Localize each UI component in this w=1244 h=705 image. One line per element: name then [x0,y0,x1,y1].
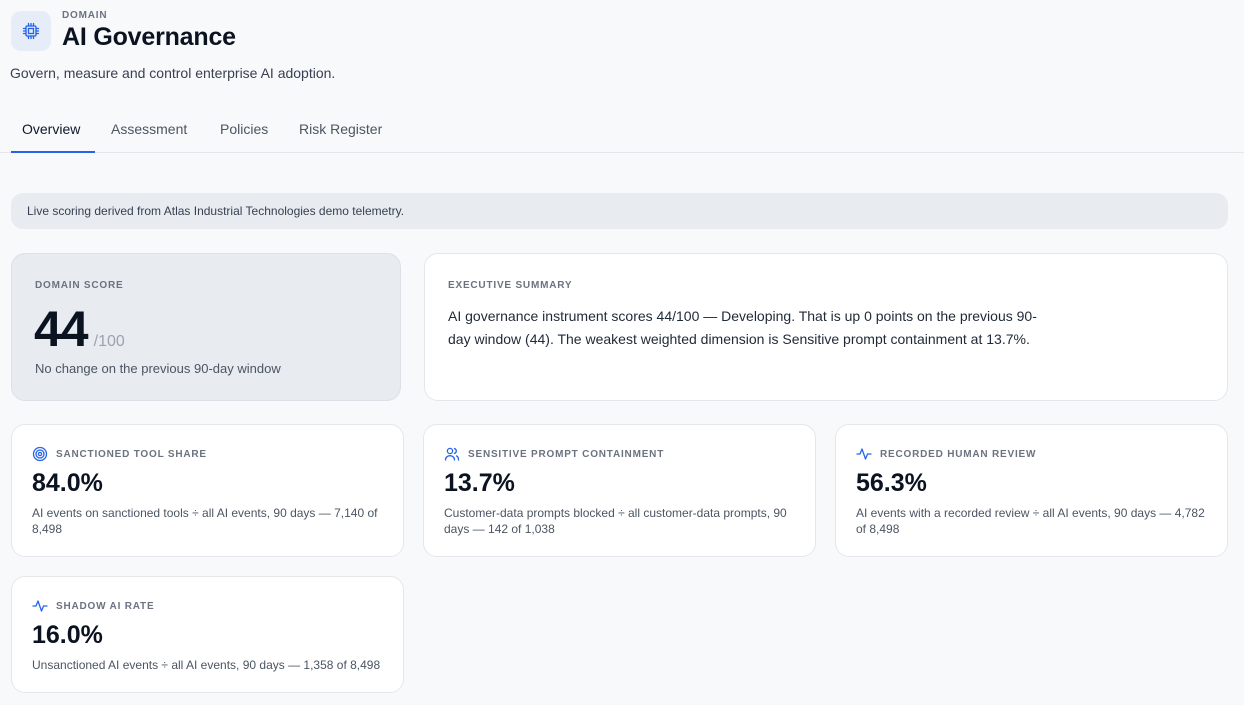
users-icon [444,446,460,462]
metric-value: 56.3% [856,469,927,497]
domain-score-card: DOMAIN SCORE 44 /100 No change on the pr… [11,253,401,401]
metric-label: SANCTIONED TOOL SHARE [56,448,207,460]
executive-summary-card: EXECUTIVE SUMMARY AI governance instrume… [424,253,1228,401]
tab-overview[interactable]: Overview [11,110,95,153]
metric-description: Customer-data prompts blocked ÷ all cust… [444,506,787,536]
metric-label: SHADOW AI RATE [56,600,155,612]
score-change-note: No change on the previous 90-day window [35,361,281,376]
metric-value: 13.7% [444,469,515,497]
metric-card-shadow-ai-rate: SHADOW AI RATE 16.0% Unsanctioned AI eve… [11,576,404,693]
metric-label: RECORDED HUMAN REVIEW [880,448,1037,460]
page-header: DOMAIN AI Governance [11,10,236,52]
page-title: AI Governance [62,23,236,51]
score-denominator: /100 [93,333,125,350]
tab-bar: Overview Assessment Policies Risk Regist… [0,110,1244,153]
metric-description: Unsanctioned AI events ÷ all AI events, … [32,658,381,672]
metric-card-sensitive-prompt-containment: SENSITIVE PROMPT CONTAINMENT 13.7% Custo… [423,424,816,557]
domain-eyebrow: DOMAIN [62,10,108,21]
target-icon [32,446,48,462]
score-eyebrow: DOMAIN SCORE [35,280,124,291]
summary-eyebrow: EXECUTIVE SUMMARY [448,280,573,291]
telemetry-notice: Live scoring derived from Atlas Industri… [11,193,1228,229]
metric-card-sanctioned-tool-share: SANCTIONED TOOL SHARE 84.0% AI events on… [11,424,404,557]
activity-icon [856,446,872,462]
tab-risk-register[interactable]: Risk Register [299,110,382,153]
metric-card-recorded-human-review: RECORDED HUMAN REVIEW 56.3% AI events wi… [835,424,1228,557]
activity-icon [32,598,48,614]
page-subtitle: Govern, measure and control enterprise A… [10,65,336,81]
score-value: 44 [34,301,89,357]
metric-description: AI events with a recorded review ÷ all A… [856,506,1205,536]
metric-value: 84.0% [32,469,103,497]
metric-value: 16.0% [32,621,103,649]
summary-text: AI governance instrument scores 44/100 —… [448,308,1037,347]
metric-label: SENSITIVE PROMPT CONTAINMENT [468,448,665,460]
cpu-chip-icon [11,11,51,51]
tab-policies[interactable]: Policies [220,110,268,153]
metric-description: AI events on sanctioned tools ÷ all AI e… [32,506,378,536]
tab-assessment[interactable]: Assessment [111,110,187,153]
